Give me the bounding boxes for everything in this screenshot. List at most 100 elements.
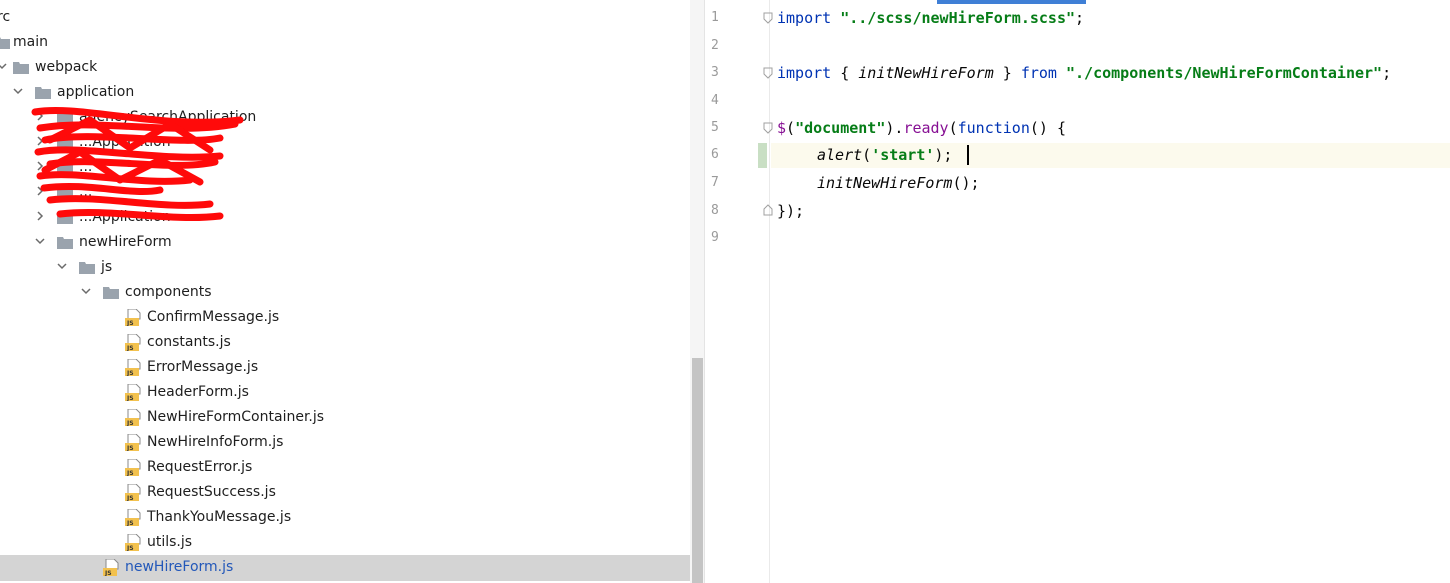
code-line-1[interactable]: import "../scss/newHireForm.scss"; [777,8,1084,28]
tree-item-label: main [13,34,48,50]
chevron-right-icon[interactable] [34,110,46,122]
code-line-3[interactable]: import { initNewHireForm } from "./compo… [777,63,1391,83]
chevron-right-icon[interactable] [34,135,46,147]
line-number: 4 [711,93,719,108]
tree-item-label: ...Application [79,209,171,225]
js-file-icon: JS [125,409,141,426]
js-file-icon: JS [125,334,141,351]
line-number: 7 [711,175,719,190]
tree-item-webpack[interactable]: webpack [0,55,690,80]
line-number-gutter [705,0,770,583]
svg-text:JS: JS [126,345,134,351]
js-file-icon: JS [125,359,141,376]
svg-text:JS: JS [126,520,134,526]
svg-text:JS: JS [126,445,134,451]
text-caret [967,145,969,165]
tree-item-label: ... [79,159,93,175]
folder-icon [0,37,10,49]
tree-file-headerform[interactable]: JS HeaderForm.js [0,380,690,405]
folder-icon [57,137,73,149]
fold-start-icon[interactable] [763,67,773,79]
tree-item-main[interactable]: main [0,30,690,55]
tree-file-errormessage[interactable]: JS ErrorMessage.js [0,355,690,380]
code-line-7[interactable]: initNewHireForm(); [817,173,980,193]
tree-item-label: ...Application [79,134,171,150]
tree-scrollbar-thumb[interactable] [692,358,703,583]
tree-item-redacted[interactable]: ... [0,180,690,205]
line-number: 3 [711,65,719,80]
project-tree[interactable]: rc main webpack application agencySearch… [0,0,690,583]
tree-item-label: webpack [35,59,98,75]
tree-file-confirmmessage[interactable]: JS ConfirmMessage.js [0,305,690,330]
tree-item-label: ErrorMessage.js [147,359,259,375]
svg-text:JS: JS [126,370,134,376]
js-file-icon: JS [125,484,141,501]
chevron-down-icon[interactable] [34,235,46,247]
tree-item-src[interactable]: rc [0,5,690,30]
js-file-icon: JS [103,559,119,576]
tree-item-label: utils.js [147,534,193,550]
code-editor[interactable]: 1 2 3 4 5 6 7 8 9 import "../scss/newHir… [704,0,1450,583]
tree-item-redacted[interactable]: ...Application [0,130,690,155]
chevron-right-icon[interactable] [34,210,46,222]
tree-item-newhireform[interactable]: newHireForm [0,230,690,255]
line-number: 9 [711,230,719,245]
fold-start-icon[interactable] [763,122,773,134]
tree-item-redacted[interactable]: ... [0,155,690,180]
tree-item-label: newHireForm [79,234,172,250]
js-file-icon: JS [125,534,141,551]
tree-item-label: HeaderForm.js [147,384,249,400]
js-file-icon: JS [125,509,141,526]
chevron-down-icon[interactable] [0,60,8,72]
tree-item-label: rc [0,9,11,25]
chevron-down-icon[interactable] [12,85,24,97]
line-number: 8 [711,203,719,218]
folder-icon [79,262,95,274]
svg-text:JS: JS [126,495,134,501]
tree-item-label: js [101,259,113,275]
svg-text:JS: JS [126,420,134,426]
chevron-right-icon[interactable] [34,185,46,197]
code-line-8[interactable]: }); [777,201,804,221]
vcs-change-marker[interactable] [758,143,767,168]
tree-item-label: application [57,84,135,100]
code-line-5[interactable]: $("document").ready(function() { [777,118,1066,138]
tree-item-label: NewHireFormContainer.js [147,409,325,425]
folder-icon [57,162,73,174]
tree-item-application[interactable]: application [0,80,690,105]
folder-icon [57,237,73,249]
folder-icon [13,62,29,74]
svg-text:JS: JS [126,470,134,476]
tree-file-newhireform-selected[interactable]: JS newHireForm.js [0,555,690,581]
svg-text:JS: JS [126,320,134,326]
tree-item-label: ... [79,184,93,200]
chevron-down-icon[interactable] [80,285,92,297]
tree-item-label: ConfirmMessage.js [147,309,280,325]
chevron-down-icon[interactable] [56,260,68,272]
tree-file-newhireinfoform[interactable]: JS NewHireInfoForm.js [0,430,690,455]
js-file-icon: JS [125,384,141,401]
tree-item-redacted[interactable]: ...Application [0,205,690,230]
fold-start-icon[interactable] [763,12,773,24]
chevron-right-icon[interactable] [34,160,46,172]
tree-item-redacted[interactable]: agencySearchApplication [0,105,690,130]
line-number: 2 [711,38,719,53]
tree-file-constants[interactable]: JS constants.js [0,330,690,355]
tree-file-newhireformcontainer[interactable]: JS NewHireFormContainer.js [0,405,690,430]
code-line-6[interactable]: alert('start'); [817,145,952,165]
tree-item-components[interactable]: components [0,280,690,305]
tree-item-label: components [125,284,212,300]
tree-item-label: constants.js [147,334,231,350]
tree-file-requesterror[interactable]: JS RequestError.js [0,455,690,480]
tree-file-utils[interactable]: JS utils.js [0,530,690,555]
fold-end-icon[interactable] [763,204,773,216]
folder-icon [103,287,119,299]
svg-text:JS: JS [126,395,134,401]
folder-icon [57,187,73,199]
tree-item-js[interactable]: js [0,255,690,280]
js-file-icon: JS [125,459,141,476]
tree-file-thankyoumessage[interactable]: JS ThankYouMessage.js [0,505,690,530]
active-tab-indicator [937,0,1086,4]
svg-text:JS: JS [126,545,134,551]
tree-file-requestsuccess[interactable]: JS RequestSuccess.js [0,480,690,505]
